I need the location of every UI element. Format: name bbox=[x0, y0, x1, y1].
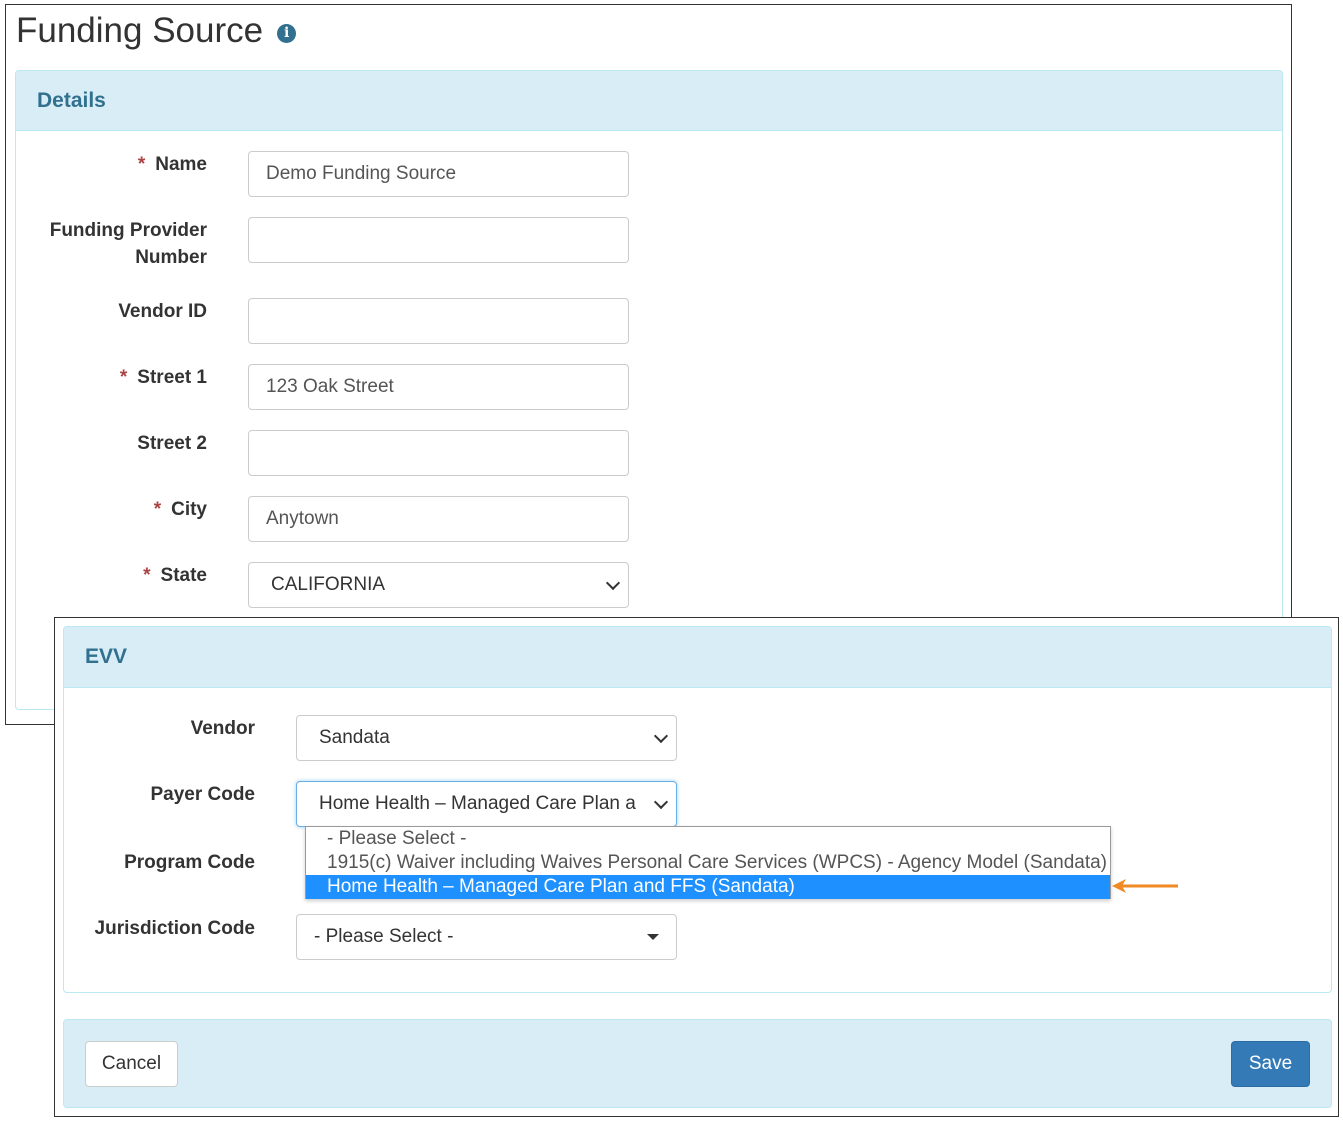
page-title-text: Funding Source bbox=[16, 11, 264, 50]
evv-panel: EVV Vendor Sandata Payer Code Home Healt… bbox=[63, 626, 1332, 993]
page-title: Funding Source i bbox=[16, 11, 297, 51]
annotation-arrow-icon bbox=[1112, 879, 1178, 893]
details-panel-heading: Details bbox=[16, 71, 1282, 131]
payer-code-select[interactable]: Home Health – Managed Care Plan a bbox=[296, 781, 677, 827]
jurisdiction-code-label: Jurisdiction Code bbox=[94, 918, 255, 939]
name-label: * Name bbox=[137, 154, 207, 175]
vendor-select[interactable]: Sandata bbox=[296, 715, 677, 761]
vendor-id-input[interactable] bbox=[248, 298, 629, 344]
jurisdiction-code-select-value: - Please Select - bbox=[314, 926, 454, 947]
name-input-value: Demo Funding Source bbox=[266, 163, 457, 184]
form-footer: Cancel Save bbox=[63, 1019, 1332, 1108]
funding-provider-number-label: Funding Provider Number bbox=[49, 220, 207, 268]
street1-label: * Street 1 bbox=[119, 367, 207, 388]
chevron-down-icon bbox=[653, 794, 669, 810]
evv-panel-heading: EVV bbox=[64, 627, 1331, 688]
payer-code-option[interactable]: - Please Select - bbox=[306, 827, 1110, 851]
city-input[interactable]: Anytown bbox=[248, 496, 629, 542]
payer-code-option-highlighted[interactable]: Home Health – Managed Care Plan and FFS … bbox=[306, 875, 1110, 899]
caret-down-icon bbox=[647, 934, 659, 940]
evv-window: EVV Vendor Sandata Payer Code Home Healt… bbox=[54, 617, 1339, 1117]
vendor-select-value: Sandata bbox=[319, 727, 390, 748]
state-select[interactable]: CALIFORNIA bbox=[248, 562, 629, 608]
city-label: * City bbox=[153, 499, 207, 520]
street1-input-value: 123 Oak Street bbox=[266, 376, 394, 397]
jurisdiction-code-select[interactable]: - Please Select - bbox=[296, 914, 677, 960]
street1-input[interactable]: 123 Oak Street bbox=[248, 364, 629, 410]
vendor-label: Vendor bbox=[190, 718, 255, 739]
payer-code-dropdown: - Please Select - 1915(c) Waiver includi… bbox=[305, 826, 1111, 899]
info-icon[interactable]: i bbox=[277, 23, 297, 43]
funding-provider-number-input[interactable] bbox=[248, 217, 629, 263]
name-input[interactable]: Demo Funding Source bbox=[248, 151, 629, 197]
vendor-id-label: Vendor ID bbox=[118, 301, 207, 322]
payer-code-option[interactable]: 1915(c) Waiver including Waives Personal… bbox=[306, 851, 1110, 875]
cancel-button[interactable]: Cancel bbox=[85, 1041, 178, 1087]
state-label: * State bbox=[143, 565, 207, 586]
payer-code-select-value: Home Health – Managed Care Plan a bbox=[319, 793, 636, 814]
street2-input[interactable] bbox=[248, 430, 629, 476]
required-marker: * bbox=[137, 154, 146, 175]
program-code-label: Program Code bbox=[124, 852, 255, 873]
chevron-down-icon bbox=[605, 575, 621, 591]
street2-label: Street 2 bbox=[137, 433, 207, 454]
details-panel: Details * Name Demo Funding Source Fundin… bbox=[15, 70, 1283, 710]
state-select-value: CALIFORNIA bbox=[271, 574, 386, 595]
city-input-value: Anytown bbox=[266, 508, 339, 529]
chevron-down-icon bbox=[653, 728, 669, 744]
save-button[interactable]: Save bbox=[1231, 1041, 1310, 1087]
payer-code-label: Payer Code bbox=[150, 784, 255, 805]
